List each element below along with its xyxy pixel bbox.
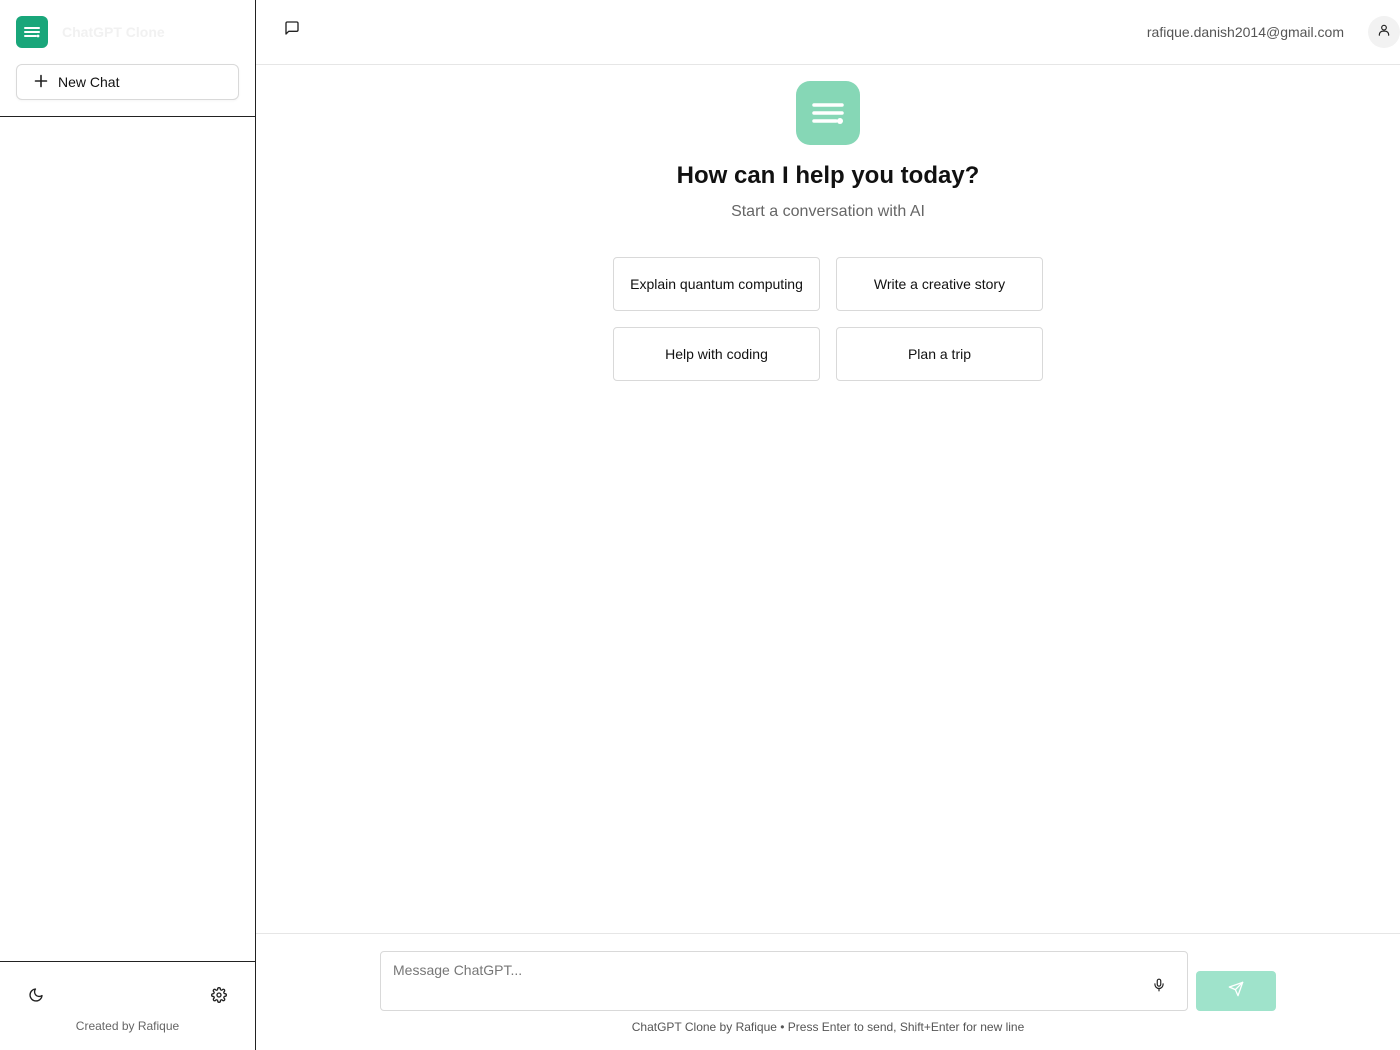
suggestion-button[interactable]: Write a creative story bbox=[836, 257, 1043, 311]
theme-toggle-button[interactable] bbox=[23, 984, 49, 1010]
gear-icon bbox=[211, 986, 227, 1008]
footer-note: ChatGPT Clone by Rafique • Press Enter t… bbox=[631, 1020, 1025, 1034]
moon-icon bbox=[28, 987, 44, 1008]
top-bar: rafique.danish2014@gmail.com bbox=[256, 0, 1400, 65]
toggle-chat-button[interactable] bbox=[281, 19, 303, 41]
sidebar-header: ChatGPT Clone New Chat bbox=[0, 0, 255, 117]
avatar[interactable] bbox=[1368, 16, 1400, 48]
new-chat-button[interactable]: New Chat bbox=[16, 64, 239, 100]
credit-text: Created by Rafique bbox=[75, 1019, 180, 1033]
message-square-icon bbox=[284, 20, 300, 41]
message-box bbox=[380, 951, 1188, 1011]
plus-icon bbox=[34, 73, 48, 91]
hero-logo-icon bbox=[796, 81, 860, 145]
user-icon bbox=[1377, 23, 1391, 42]
suggestion-button[interactable]: Plan a trip bbox=[836, 327, 1043, 381]
chat-history-list bbox=[0, 117, 255, 961]
brand: ChatGPT Clone bbox=[16, 16, 239, 48]
microphone-icon bbox=[1152, 977, 1166, 998]
send-button[interactable] bbox=[1196, 971, 1276, 1011]
sidebar-footer: Created by Rafique bbox=[0, 961, 255, 1050]
suggestion-button[interactable]: Explain quantum computing bbox=[613, 257, 820, 311]
app-root: ChatGPT Clone New Chat Created by Rafiqu… bbox=[0, 0, 1400, 1050]
page-subtitle: Start a conversation with AI bbox=[731, 203, 925, 220]
settings-button[interactable] bbox=[206, 984, 232, 1010]
main-panel: rafique.danish2014@gmail.com How can I h… bbox=[256, 0, 1400, 1050]
page-title: How can I help you today? bbox=[676, 162, 980, 189]
send-icon bbox=[1228, 981, 1244, 1002]
composer: ChatGPT Clone by Rafique • Press Enter t… bbox=[256, 933, 1400, 1050]
user-email: rafique.danish2014@gmail.com bbox=[1146, 24, 1344, 40]
message-input[interactable] bbox=[381, 952, 1141, 1008]
sidebar: ChatGPT Clone New Chat Created by Rafiqu… bbox=[0, 0, 256, 1050]
new-chat-label: New Chat bbox=[58, 74, 120, 90]
suggestion-button[interactable]: Help with coding bbox=[613, 327, 820, 381]
brand-name: ChatGPT Clone bbox=[62, 24, 165, 40]
brand-logo-icon bbox=[16, 16, 48, 48]
microphone-button[interactable] bbox=[1149, 977, 1169, 997]
